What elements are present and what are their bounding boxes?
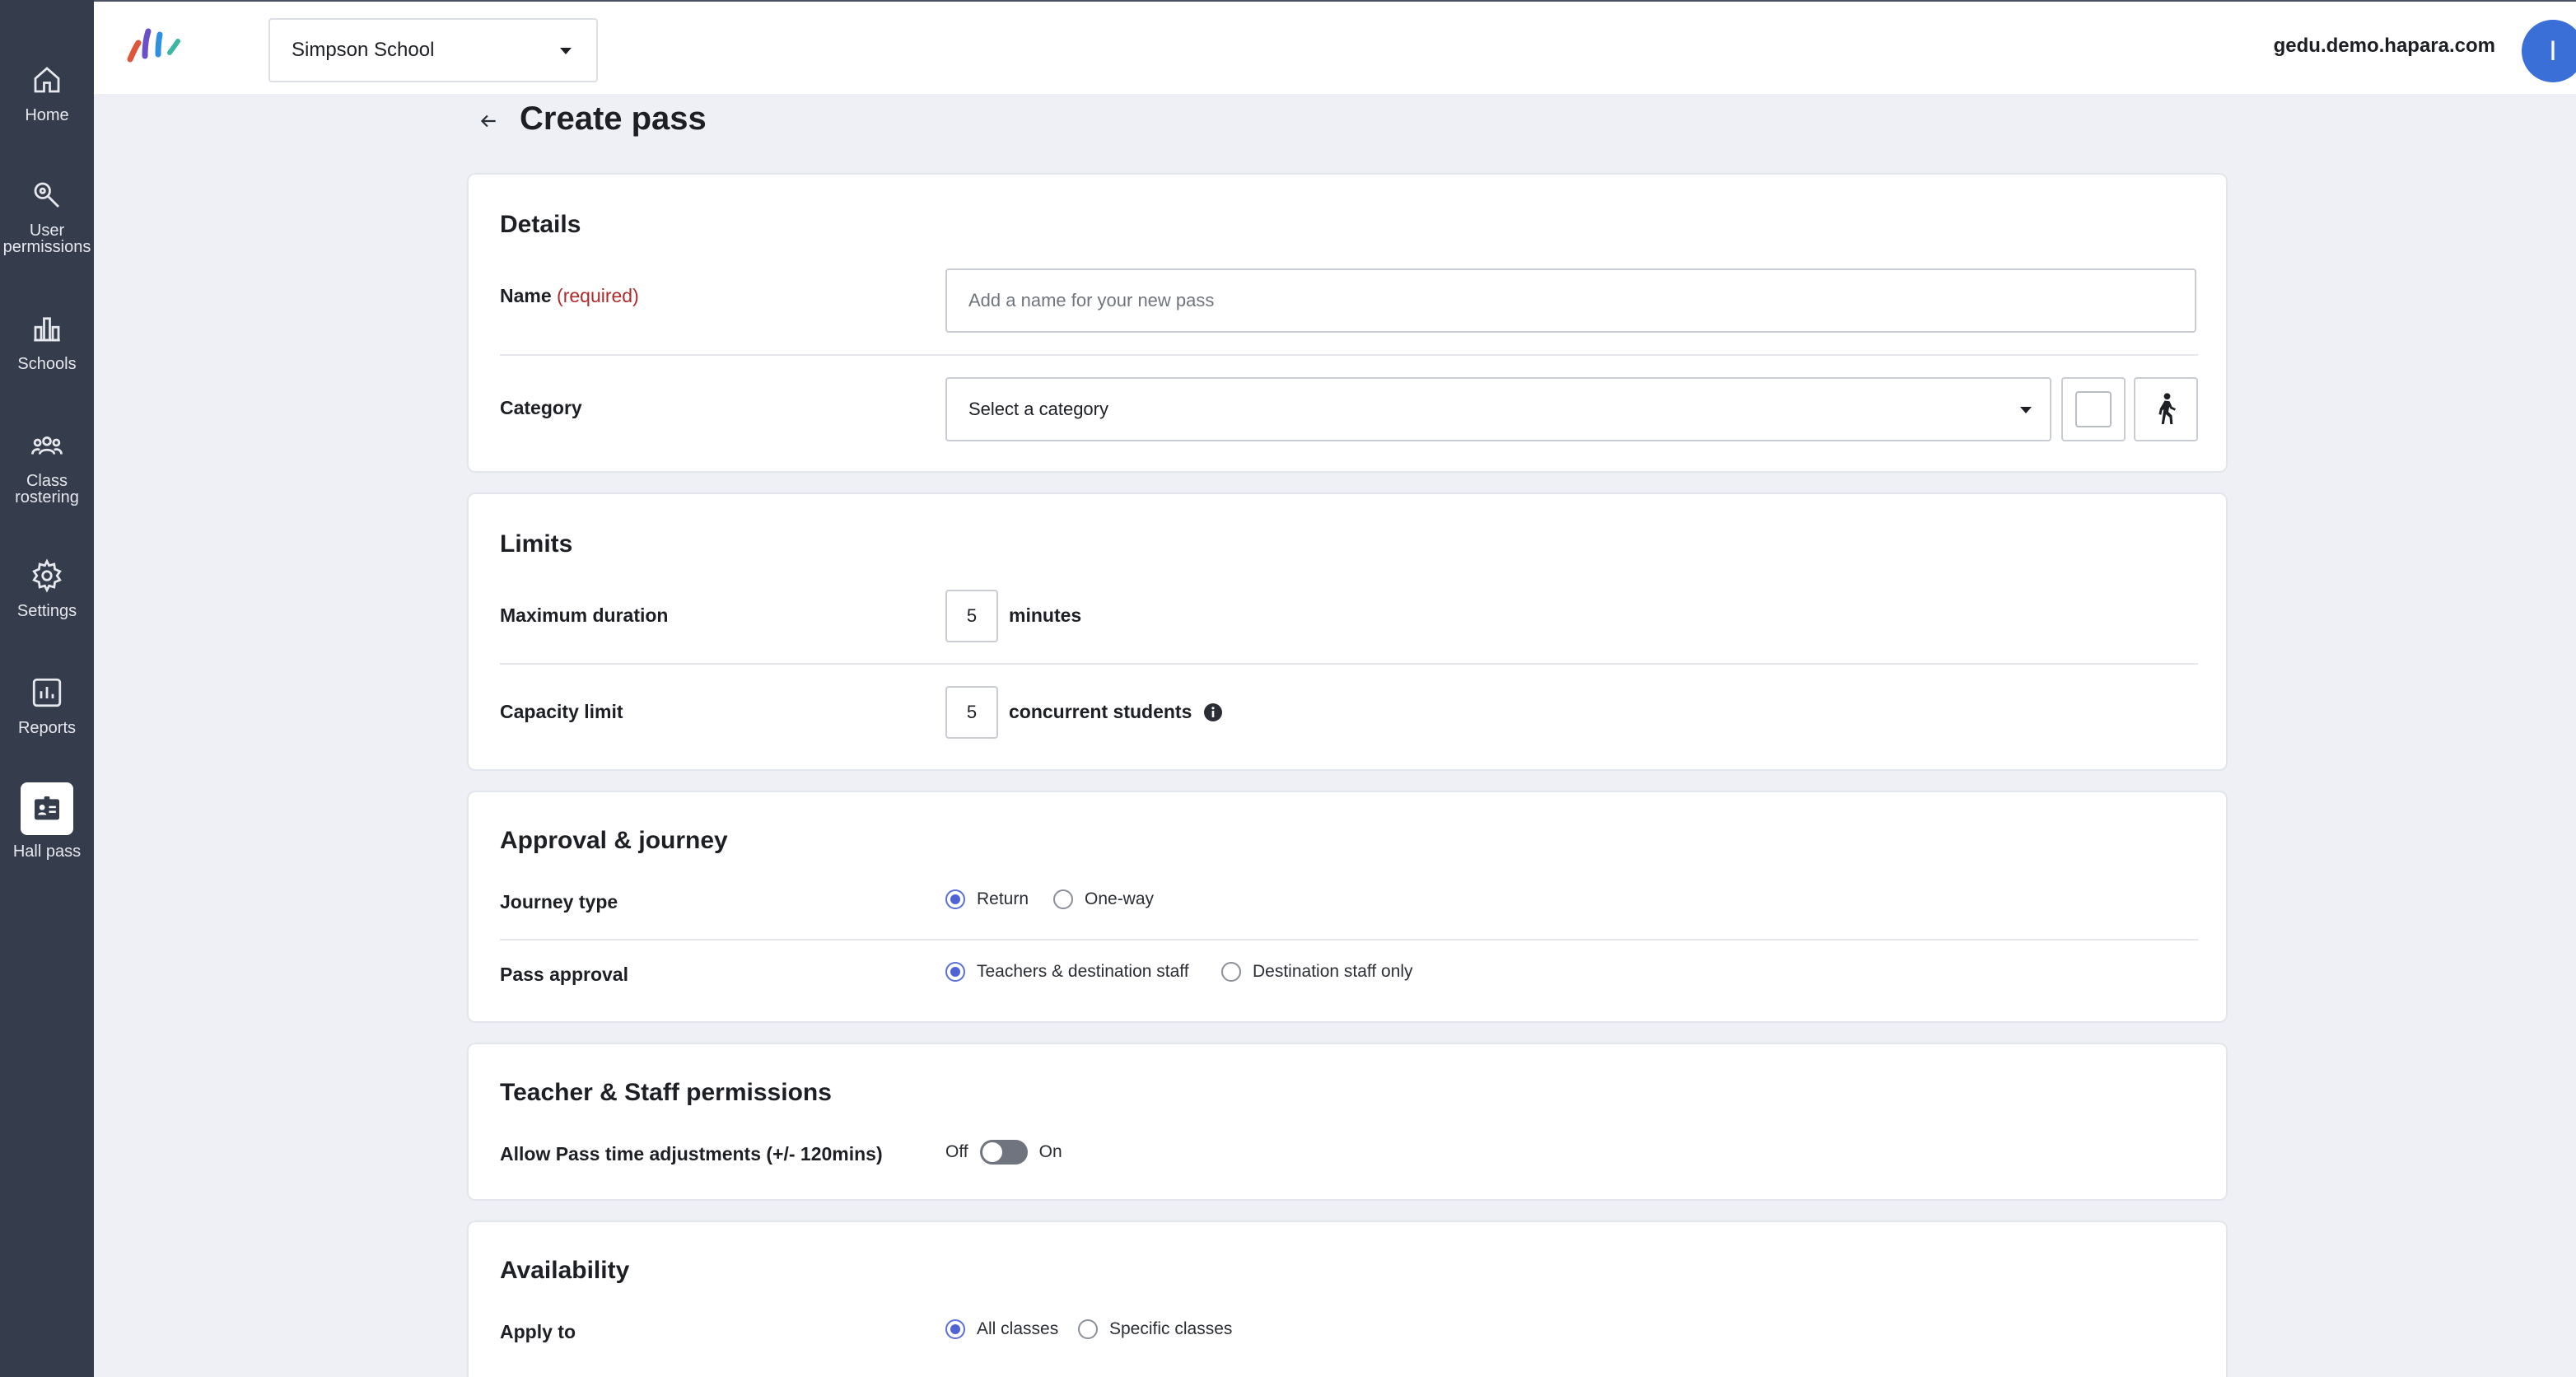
max-duration-label: Maximum duration	[500, 604, 669, 626]
approval-destination-only-radio[interactable]: Destination staff only	[1221, 962, 1413, 982]
capacity-unit: concurrent students	[1009, 701, 1192, 722]
radio-indicator	[945, 1319, 965, 1339]
journey-return-radio[interactable]: Return	[945, 889, 1029, 909]
color-picker-button[interactable]	[2061, 377, 2126, 441]
name-input[interactable]	[945, 268, 2196, 333]
pass-approval-label: Pass approval	[500, 964, 628, 985]
back-arrow-icon[interactable]	[478, 110, 499, 132]
radio-label: Return	[977, 889, 1029, 908]
sidebar-item-label: Reports	[17, 719, 77, 737]
journey-type-label: Journey type	[500, 891, 618, 913]
badge-icon	[35, 796, 59, 820]
group-icon	[31, 436, 63, 455]
toggle-knob	[982, 1142, 1002, 1162]
school-icon	[34, 317, 60, 342]
name-label: Name (required)	[500, 285, 639, 307]
sidebar-item-user-permissions[interactable]: User permissions	[0, 178, 94, 255]
sidebar-item-label: Home	[25, 106, 69, 124]
icon-picker-button[interactable]	[2134, 377, 2198, 441]
toggle-off-label: Off	[945, 1142, 968, 1161]
page-title: Create pass	[520, 100, 707, 137]
account-domain: gedu.demo.hapara.com	[2273, 35, 2495, 57]
chevron-down-icon	[560, 48, 572, 54]
limits-title: Limits	[500, 530, 573, 558]
top-bar: Simpson School gedu.demo.hapara.com I	[94, 2, 2576, 94]
sidebar-item-hall-pass[interactable]: Hall pass	[0, 782, 94, 860]
toggle-on-label: On	[1038, 1142, 1062, 1161]
sidebar-item-label: Hall pass	[12, 843, 82, 861]
max-duration-unit: minutes	[1009, 604, 1082, 626]
radio-label: One-way	[1085, 889, 1155, 908]
divider	[500, 939, 2198, 941]
sidebar-item-settings[interactable]: Settings	[0, 558, 94, 619]
details-card: Details Name (required) Category Select …	[467, 173, 2228, 473]
key-search-icon	[34, 182, 59, 208]
radio-indicator	[1078, 1319, 1098, 1339]
required-marker: (required)	[557, 285, 639, 306]
approval-teachers-radio[interactable]: Teachers & destination staff	[945, 962, 1189, 982]
category-select-value: Select a category	[968, 399, 1108, 419]
divider	[500, 663, 2198, 665]
radio-label: Specific classes	[1109, 1319, 1233, 1338]
apply-specific-classes-radio[interactable]: Specific classes	[1078, 1319, 1232, 1339]
active-indicator	[21, 782, 73, 835]
availability-title: Availability	[500, 1257, 630, 1284]
permissions-title: Teacher & Staff permissions	[500, 1079, 832, 1106]
school-selector-value: Simpson School	[292, 39, 435, 61]
radio-label: Destination staff only	[1253, 962, 1413, 981]
home-icon	[34, 67, 60, 93]
details-title: Details	[500, 211, 581, 238]
sidebar-item-label: Schools	[17, 355, 77, 373]
radio-label: All classes	[977, 1319, 1059, 1338]
radio-indicator	[1221, 962, 1241, 982]
hapara-logo	[127, 28, 180, 63]
sidebar-item-label: User permissions	[2, 222, 91, 256]
sidebar-item-class-rostering[interactable]: Class rostering	[0, 428, 94, 506]
time-adjust-toggle[interactable]	[979, 1140, 1028, 1165]
time-adjust-label: Allow Pass time adjustments (+/- 120mins…	[500, 1143, 883, 1165]
name-label-text: Name	[500, 285, 552, 306]
school-selector[interactable]: Simpson School	[268, 18, 598, 82]
sidebar-item-schools[interactable]: Schools	[0, 311, 94, 372]
apply-to-label: Apply to	[500, 1321, 576, 1342]
chevron-down-icon	[2020, 407, 2032, 413]
info-icon[interactable]	[1203, 703, 1223, 722]
radio-label: Teachers & destination staff	[977, 962, 1189, 981]
apply-all-classes-radio[interactable]: All classes	[945, 1319, 1058, 1339]
sidebar: Home User permissions Schools Class rost…	[0, 0, 94, 1377]
radio-indicator	[945, 889, 965, 909]
max-duration-input[interactable]: 5	[945, 590, 998, 642]
sidebar-item-label: Settings	[16, 602, 77, 620]
radio-indicator	[1053, 889, 1073, 909]
approval-card: Approval & journey Journey type Return O…	[467, 791, 2228, 1023]
gear-icon	[32, 558, 62, 593]
radio-indicator	[945, 962, 965, 982]
category-label: Category	[500, 397, 582, 418]
journey-one-way-radio[interactable]: One-way	[1053, 889, 1154, 909]
availability-card: Availability Apply to All classes Specif…	[467, 1221, 2228, 1377]
walking-person-icon	[2158, 393, 2176, 424]
category-select[interactable]: Select a category	[945, 377, 2051, 441]
approval-title: Approval & journey	[500, 827, 728, 854]
sidebar-item-reports[interactable]: Reports	[0, 675, 94, 736]
permissions-card: Teacher & Staff permissions Allow Pass t…	[467, 1043, 2228, 1201]
avatar[interactable]: I	[2522, 20, 2576, 82]
capacity-label: Capacity limit	[500, 701, 623, 722]
divider	[500, 354, 2198, 356]
sidebar-item-home[interactable]: Home	[0, 63, 94, 124]
sidebar-item-label: Class rostering	[15, 472, 79, 506]
limits-card: Limits Maximum duration 5 minutes Capaci…	[467, 492, 2228, 771]
chart-icon	[32, 678, 62, 707]
color-swatch	[2075, 391, 2112, 427]
capacity-input[interactable]: 5	[945, 686, 998, 739]
time-adjust-toggle-group: Off On	[945, 1140, 1062, 1165]
